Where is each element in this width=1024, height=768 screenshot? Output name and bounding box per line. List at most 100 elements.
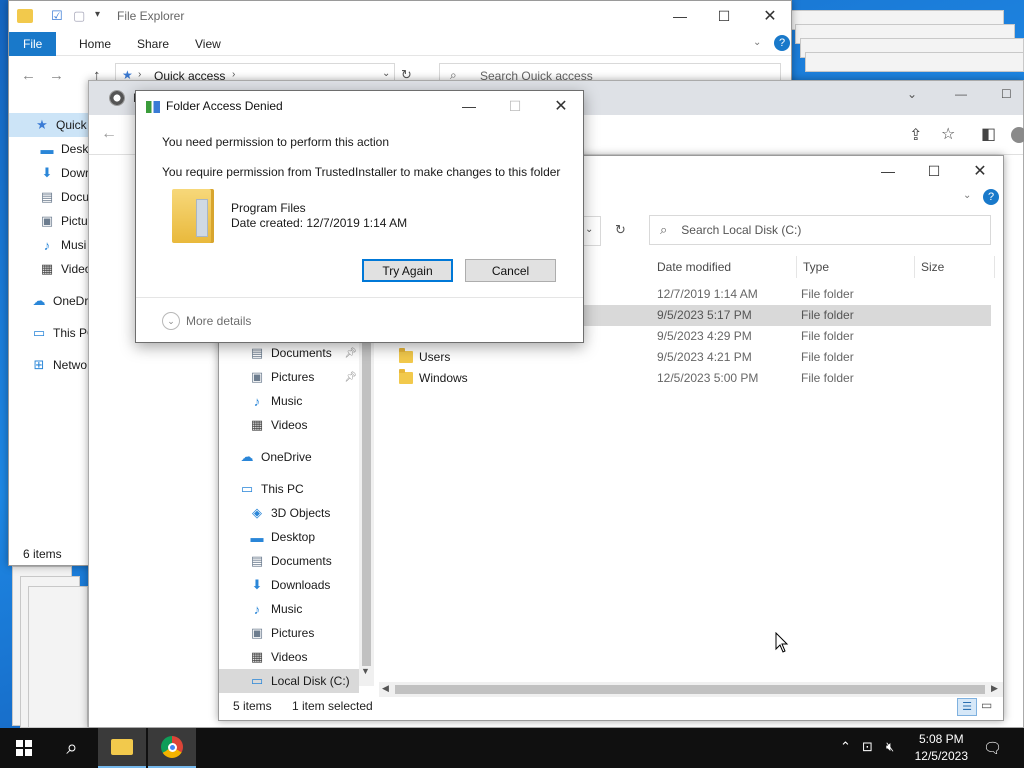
ribbon-tab-home[interactable]: Home (71, 32, 119, 56)
nav-pictures-pinned[interactable]: ▣ Pictures 📌︎ (249, 365, 357, 389)
ribbon-tab-share[interactable]: Share (129, 32, 177, 56)
nav-vertical-scrollbar[interactable]: ▼ (359, 286, 374, 686)
close-button[interactable]: ✕ (747, 1, 793, 31)
nav-music-pc[interactable]: ♪ Music (249, 597, 303, 621)
search-button[interactable]: ⌕ (48, 728, 96, 768)
nav-desktop[interactable]: ▬ Deskt (9, 137, 92, 161)
tab-search-icon[interactable]: ⌄ (907, 87, 917, 101)
network-icon[interactable]: ⊡ (862, 739, 873, 755)
new-folder-icon[interactable]: ▢ (73, 8, 85, 24)
address-bar[interactable]: ⌄ (581, 216, 601, 246)
address-dropdown-icon[interactable]: ⌄ (382, 68, 390, 79)
nav-documents[interactable]: ▤ Docu (9, 185, 89, 209)
address-dropdown-icon[interactable]: ⌄ (585, 224, 593, 235)
nav-music[interactable]: ♪ Musi (9, 233, 87, 257)
large-icons-view-icon[interactable]: ▭ (981, 698, 992, 712)
scrollbar-thumb[interactable] (362, 286, 371, 666)
nav-onedrive[interactable]: ☁ OneDrive (239, 445, 312, 469)
quick-toolbar-dropdown-icon[interactable]: ▾ (95, 9, 100, 20)
nav-label: Local Disk (C:) (271, 674, 350, 688)
nav-documents-pinned[interactable]: ▤ Documents 📌︎ (249, 341, 357, 365)
share-icon[interactable]: ⇪ (909, 125, 922, 145)
expand-ribbon-icon[interactable]: ⌄ (753, 37, 761, 48)
music-icon: ♪ (43, 237, 51, 253)
nav-onedrive[interactable]: ☁ OneDr (9, 289, 89, 313)
nav-downloads[interactable]: ⬇ Dowr (9, 161, 89, 185)
maximize-button[interactable]: ☐ (701, 1, 747, 31)
avatar[interactable] (1011, 127, 1024, 143)
nav-desktop[interactable]: ▬ Desktop (249, 525, 316, 549)
volume-muted-icon[interactable]: 🔇︎ (886, 739, 894, 755)
help-icon[interactable]: ? (983, 189, 999, 205)
file-row[interactable]: Windows 12/5/2023 5:00 PM File folder (377, 368, 991, 389)
scroll-right-icon[interactable]: ▶ (991, 683, 998, 694)
try-again-button[interactable]: Try Again (362, 259, 453, 282)
chrome-icon (161, 736, 183, 758)
scrollbar-thumb[interactable] (395, 685, 985, 694)
forward-arrow-icon[interactable]: → (49, 67, 64, 84)
minimize-button[interactable]: — (446, 91, 492, 121)
nav-videos[interactable]: ▦ Video (9, 257, 92, 281)
music-icon: ♪ (253, 393, 261, 409)
nav-network[interactable]: ⊞ Netwo (9, 353, 87, 377)
nav-videos[interactable]: ▦ Videos (249, 413, 308, 437)
minimize-button[interactable]: — (955, 87, 967, 101)
nav-videos-pc[interactable]: ▦ Videos (249, 645, 308, 669)
column-header-size[interactable]: Size (915, 256, 995, 278)
close-button[interactable]: ✕ (957, 156, 1003, 186)
nav-documents[interactable]: ▤ Documents (249, 549, 332, 573)
clock[interactable]: 5:08 PM 12/5/2023 (915, 731, 968, 765)
column-header-date-modified[interactable]: Date modified (651, 256, 797, 278)
nav-this-pc[interactable]: ▭ This PC (9, 321, 96, 345)
properties-icon[interactable]: ☑ (51, 8, 63, 24)
help-icon[interactable]: ? (774, 35, 790, 51)
nav-3d-objects[interactable]: ◈ 3D Objects (249, 501, 330, 525)
nav-quick-access[interactable]: ★ Quick (9, 113, 99, 137)
nav-local-disk[interactable]: ▭ Local Disk (C:) (219, 669, 359, 693)
bookmark-star-icon[interactable]: ☆ (941, 124, 955, 144)
folder-access-denied-dialog: Folder Access Denied — ☐ ✕ You need perm… (135, 90, 584, 343)
minimize-button[interactable]: — (865, 156, 911, 186)
notification-icon[interactable]: 🗨︎ (983, 739, 1002, 757)
minimize-button[interactable]: — (657, 1, 703, 31)
start-button[interactable] (0, 728, 48, 768)
more-details-label: More details (186, 314, 252, 328)
expand-ribbon-icon[interactable]: ⌄ (963, 190, 971, 201)
close-button[interactable]: ✕ (538, 91, 584, 121)
nav-downloads[interactable]: ⬇ Downloads (249, 573, 331, 597)
pin-icon[interactable]: 📌︎ (344, 348, 357, 359)
taskbar-file-explorer[interactable] (98, 728, 146, 768)
scroll-left-icon[interactable]: ◀ (382, 683, 389, 694)
nav-label: Documents (271, 554, 332, 568)
show-hidden-icons-icon[interactable]: ⌃ (840, 739, 851, 755)
cloud-icon: ☁ (240, 449, 254, 464)
back-arrow-icon[interactable]: ← (21, 67, 36, 84)
computer-icon: ▭ (32, 325, 46, 340)
nav-this-pc[interactable]: ▭ This PC (239, 477, 304, 501)
file-row[interactable]: Users 9/5/2023 4:21 PM File folder (377, 347, 991, 368)
side-panel-icon[interactable]: ◧ (981, 124, 996, 144)
maximize-button[interactable]: ☐ (1001, 87, 1012, 101)
download-icon: ⬇ (251, 577, 263, 592)
nav-label: Videos (271, 650, 308, 664)
clock-date: 12/5/2023 (914, 749, 968, 763)
taskbar-chrome[interactable] (148, 728, 196, 768)
nav-label: Dowr (61, 166, 90, 180)
back-arrow-icon[interactable]: ← (101, 125, 117, 143)
search-box[interactable]: ⌕ Search Local Disk (C:) (649, 215, 991, 245)
scroll-down-icon[interactable]: ▼ (361, 666, 370, 676)
maximize-button[interactable]: ☐ (911, 156, 957, 186)
more-details-toggle[interactable]: ⌄ More details (162, 312, 251, 330)
cancel-button[interactable]: Cancel (465, 259, 556, 282)
pin-icon[interactable]: 📌︎ (344, 372, 357, 383)
nav-pictures[interactable]: ▣ Pictures (249, 621, 315, 645)
column-header-type[interactable]: Type (797, 256, 915, 278)
nav-label: Pictures (271, 370, 315, 384)
ribbon-tab-view[interactable]: View (187, 32, 229, 56)
ribbon-tab-file[interactable]: File (9, 32, 57, 56)
dialog-titlebar: Folder Access Denied — ☐ ✕ (136, 91, 583, 121)
details-view-icon[interactable]: ☰ (957, 698, 977, 716)
refresh-icon[interactable]: ↻ (615, 222, 626, 238)
nav-music[interactable]: ♪ Music (249, 389, 303, 413)
nav-pictures[interactable]: ▣ Pictu (9, 209, 88, 233)
